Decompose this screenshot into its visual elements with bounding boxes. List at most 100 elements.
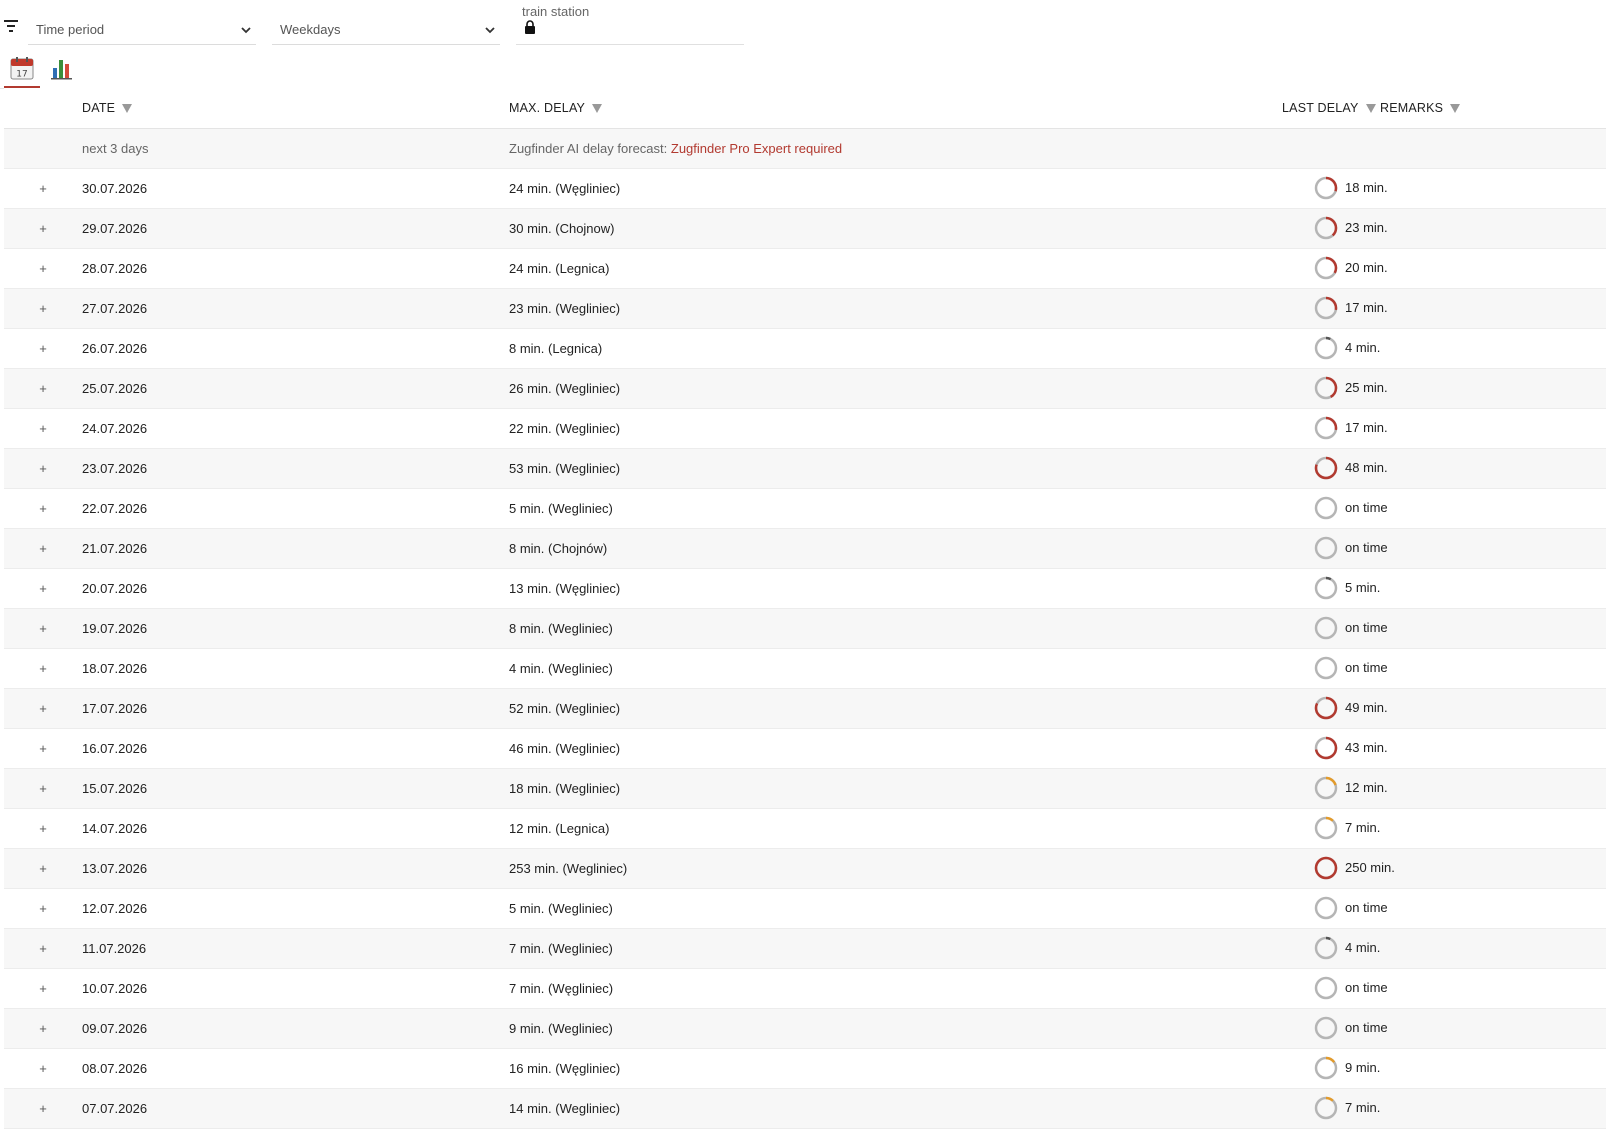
- delay-table: DATE MAX. DELAY LAST DELAY REMARKS next …: [4, 88, 1606, 1129]
- table-row[interactable]: + 30.07.2026 24 min. (Węgliniec) 18 min.: [4, 169, 1606, 209]
- expand-button[interactable]: +: [36, 1009, 50, 1048]
- delay-ring-icon: [1314, 736, 1338, 760]
- row-date: 08.07.2026: [82, 1061, 148, 1076]
- delay-ring-icon: [1314, 776, 1338, 800]
- expand-button[interactable]: +: [36, 929, 50, 968]
- expand-button[interactable]: +: [36, 169, 50, 208]
- table-row[interactable]: + 25.07.2026 26 min. (Wegliniec) 25 min.: [4, 369, 1606, 409]
- expand-button[interactable]: +: [36, 249, 50, 288]
- table-row[interactable]: + 13.07.2026 253 min. (Wegliniec) 250 mi…: [4, 849, 1606, 889]
- row-max-delay: 5 min. (Wegliniec): [509, 901, 613, 916]
- table-row[interactable]: + 10.07.2026 7 min. (Węgliniec) on time: [4, 969, 1606, 1009]
- expand-button[interactable]: +: [36, 969, 50, 1008]
- table-row[interactable]: + 14.07.2026 12 min. (Legnica) 7 min.: [4, 809, 1606, 849]
- table-row[interactable]: + 07.07.2026 14 min. (Wegliniec) 7 min.: [4, 1089, 1606, 1129]
- table-row[interactable]: + 23.07.2026 53 min. (Wegliniec) 48 min.: [4, 449, 1606, 489]
- expand-button[interactable]: +: [36, 489, 50, 528]
- expand-button[interactable]: +: [36, 809, 50, 848]
- expand-button[interactable]: +: [36, 889, 50, 928]
- row-max-delay: 14 min. (Wegliniec): [509, 1101, 621, 1116]
- expand-button[interactable]: +: [36, 769, 50, 808]
- row-date: 25.07.2026: [82, 381, 148, 396]
- delay-ring-icon: [1314, 976, 1338, 1000]
- table-row[interactable]: + 15.07.2026 18 min. (Wegliniec) 12 min.: [4, 769, 1606, 809]
- expand-button[interactable]: +: [36, 609, 50, 648]
- expand-button[interactable]: +: [36, 369, 50, 408]
- sort-triangle-icon: [592, 104, 603, 114]
- row-last-delay: 20 min.: [1345, 260, 1388, 275]
- delay-ring-icon: [1314, 176, 1338, 200]
- expand-button[interactable]: +: [36, 1089, 50, 1128]
- expand-button[interactable]: +: [36, 569, 50, 608]
- row-last-delay: 17 min.: [1345, 420, 1388, 435]
- expand-button[interactable]: +: [36, 689, 50, 728]
- table-row[interactable]: + 26.07.2026 8 min. (Legnica) 4 min.: [4, 329, 1606, 369]
- row-date: 16.07.2026: [82, 741, 148, 756]
- row-max-delay: 7 min. (Wegliniec): [509, 941, 613, 956]
- row-max-delay: 9 min. (Wegliniec): [509, 1021, 613, 1036]
- row-max-delay: 53 min. (Wegliniec): [509, 461, 621, 476]
- table-row[interactable]: + 27.07.2026 23 min. (Wegliniec) 17 min.: [4, 289, 1606, 329]
- delay-ring-icon: [1314, 416, 1338, 440]
- expand-button[interactable]: +: [36, 329, 50, 368]
- forecast-label: Zugfinder AI delay forecast:: [509, 141, 671, 156]
- delay-ring-icon: [1314, 896, 1338, 920]
- table-row[interactable]: + 17.07.2026 52 min. (Wegliniec) 49 min.: [4, 689, 1606, 729]
- expand-button[interactable]: +: [36, 849, 50, 888]
- row-max-delay: 30 min. (Chojnow): [509, 221, 615, 236]
- row-date: 20.07.2026: [82, 581, 148, 596]
- pro-expert-link[interactable]: Zugfinder Pro Expert required: [671, 141, 842, 156]
- row-date: 12.07.2026: [82, 901, 148, 916]
- expand-button[interactable]: +: [36, 729, 50, 768]
- table-row[interactable]: + 11.07.2026 7 min. (Wegliniec) 4 min.: [4, 929, 1606, 969]
- expand-button[interactable]: +: [36, 529, 50, 568]
- table-row[interactable]: + 12.07.2026 5 min. (Wegliniec) on time: [4, 889, 1606, 929]
- table-row[interactable]: + 18.07.2026 4 min. (Wegliniec) on time: [4, 649, 1606, 689]
- calendar-day: 17: [16, 70, 27, 80]
- column-header-date[interactable]: DATE: [82, 88, 133, 128]
- table-row[interactable]: + 24.07.2026 22 min. (Wegliniec) 17 min.: [4, 409, 1606, 449]
- table-row[interactable]: + 08.07.2026 16 min. (Węgliniec) 9 min.: [4, 1049, 1606, 1089]
- row-last-delay: on time: [1345, 540, 1388, 555]
- row-max-delay: 16 min. (Węgliniec): [509, 1061, 621, 1076]
- row-max-delay: 13 min. (Węgliniec): [509, 581, 621, 596]
- table-row[interactable]: + 20.07.2026 13 min. (Węgliniec) 5 min.: [4, 569, 1606, 609]
- weekdays-label: Weekdays: [280, 22, 341, 37]
- lock-icon: [525, 20, 535, 34]
- weekdays-select[interactable]: Weekdays: [272, 18, 500, 45]
- expand-button[interactable]: +: [36, 1049, 50, 1088]
- time-period-select[interactable]: Time period: [28, 18, 256, 45]
- expand-button[interactable]: +: [36, 649, 50, 688]
- expand-button[interactable]: +: [36, 209, 50, 248]
- expand-button[interactable]: +: [36, 289, 50, 328]
- table-row[interactable]: + 28.07.2026 24 min. (Legnica) 20 min.: [4, 249, 1606, 289]
- table-row[interactable]: + 29.07.2026 30 min. (Chojnow) 23 min.: [4, 209, 1606, 249]
- table-row[interactable]: + 16.07.2026 46 min. (Wegliniec) 43 min.: [4, 729, 1606, 769]
- table-body: + 30.07.2026 24 min. (Węgliniec) 18 min.…: [4, 169, 1606, 1129]
- expand-button[interactable]: +: [36, 409, 50, 448]
- tab-statistics[interactable]: [44, 54, 80, 86]
- row-max-delay: 5 min. (Wegliniec): [509, 501, 613, 516]
- chevron-down-icon: [241, 27, 251, 34]
- row-last-delay: 4 min.: [1345, 340, 1381, 355]
- train-station-field[interactable]: train station: [516, 0, 744, 45]
- row-max-delay: 22 min. (Wegliniec): [509, 421, 621, 436]
- table-row[interactable]: + 09.07.2026 9 min. (Wegliniec) on time: [4, 1009, 1606, 1049]
- column-header-last-delay[interactable]: LAST DELAY: [1282, 88, 1376, 128]
- table-row[interactable]: + 19.07.2026 8 min. (Wegliniec) on time: [4, 609, 1606, 649]
- row-date: 15.07.2026: [82, 781, 148, 796]
- column-header-max-delay[interactable]: MAX. DELAY: [509, 88, 603, 128]
- delay-ring-icon: [1314, 496, 1338, 520]
- row-last-delay: on time: [1345, 500, 1388, 515]
- delay-ring-icon: [1314, 856, 1338, 880]
- table-row[interactable]: + 22.07.2026 5 min. (Wegliniec) on time: [4, 489, 1606, 529]
- column-header-remarks[interactable]: REMARKS: [1380, 88, 1461, 128]
- filter-icon[interactable]: [4, 20, 18, 32]
- row-last-delay: 48 min.: [1345, 460, 1388, 475]
- table-row[interactable]: + 21.07.2026 8 min. (Chojnów) on time: [4, 529, 1606, 569]
- expand-button[interactable]: +: [36, 449, 50, 488]
- tab-calendar[interactable]: 17: [4, 54, 40, 88]
- row-last-delay: 4 min.: [1345, 940, 1381, 955]
- row-date: 23.07.2026: [82, 461, 148, 476]
- row-date: 24.07.2026: [82, 421, 148, 436]
